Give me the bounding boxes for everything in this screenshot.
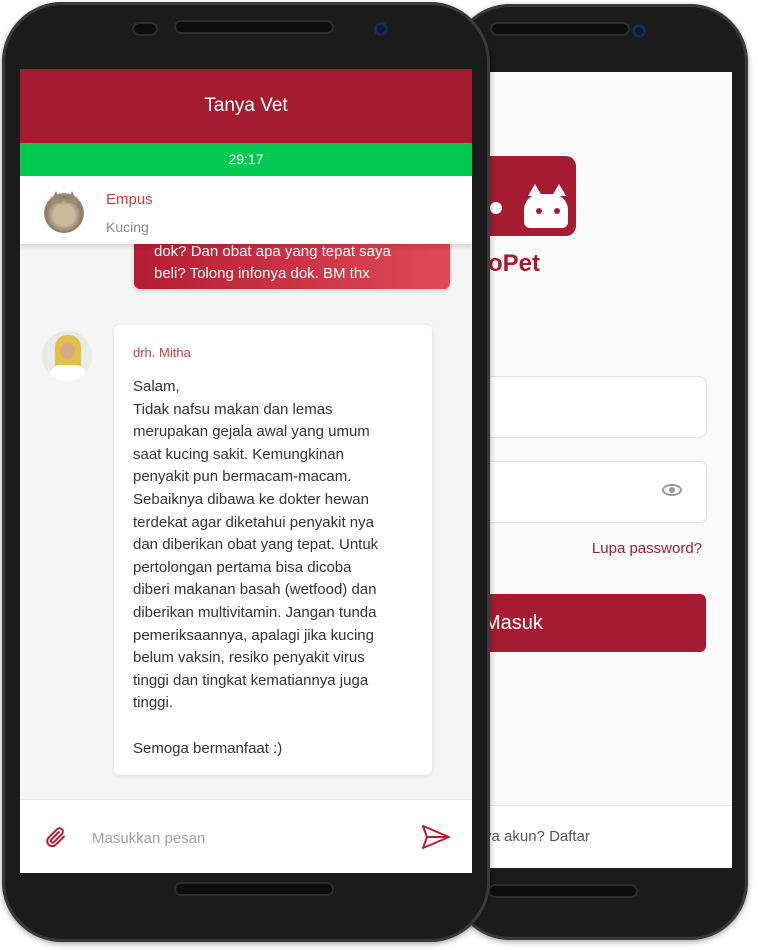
vet-name: drh. Mitha <box>133 345 191 360</box>
vet-message-line: tinggi. <box>133 694 174 712</box>
vet-message-line: dan diberikan obat yang tepat. Untuk <box>133 536 379 554</box>
signup-prompt-text: ya akun? <box>484 828 545 845</box>
speaker-front <box>174 20 334 34</box>
vet-message-line <box>133 715 423 738</box>
pet-info-bar: Empus Kucing <box>20 176 472 244</box>
eye-icon[interactable] <box>662 484 682 496</box>
vet-message-line: diberikan multivitamin. Jangan tunda <box>133 603 377 621</box>
user-message-line: dok? Dan obat apa yang tepat saya <box>154 243 391 260</box>
signup-bar: ya akun? Daftar <box>474 805 732 868</box>
vet-message-line: belum vaksin, resiko penyakit virus <box>133 649 365 667</box>
message-input[interactable] <box>90 822 394 854</box>
chat-header-title: Tanya Vet <box>20 69 472 143</box>
vet-message-line: saat kucing sakit. Kemungkinan <box>133 445 344 463</box>
pet-avatar <box>44 191 84 233</box>
vet-message-line: Tidak nafsu makan dan lemas <box>133 400 333 418</box>
session-timer: 29:17 <box>20 143 472 176</box>
camera-front <box>374 22 388 36</box>
sensor <box>132 22 158 36</box>
vet-message-text: Salam, Tidak nafsu makan dan lemas merup… <box>133 376 423 760</box>
chat-screen: Tanya Vet 29:17 Empus Kucing dok? Dan ob… <box>20 69 472 873</box>
pet-name: Empus <box>106 191 153 208</box>
paperclip-icon[interactable] <box>44 825 68 849</box>
vet-message-line: pemeriksaannya, apalagi jika kucing <box>133 626 374 644</box>
vet-message-line: terdekat agar diketahui penyakit nya <box>133 513 374 531</box>
message-input-bar <box>20 799 472 873</box>
user-message-line: beli? Tolong infonya dok. BM thx <box>154 265 370 282</box>
vet-message-card: drh. Mitha Salam, Tidak nafsu makan dan … <box>114 325 432 775</box>
pet-type: Kucing <box>106 219 149 235</box>
speaker-front-bottom <box>174 882 334 896</box>
forgot-password-link[interactable]: Lupa password? <box>592 540 702 557</box>
vet-message-line: penyakit pun bermacam-macam. <box>133 468 352 486</box>
vet-message-line: tinggi dan tingkat kematiannya juga <box>133 671 369 689</box>
speaker-back <box>490 22 630 36</box>
vet-message-line: Sebaiknya dibawa ke dokter hewan <box>133 490 369 508</box>
vet-message-line: Salam, <box>133 378 180 395</box>
send-icon[interactable] <box>421 824 451 850</box>
vet-avatar <box>42 331 92 381</box>
signup-link[interactable]: Daftar <box>549 828 590 845</box>
login-screen: oPet Lupa password? Masuk ya akun? Dafta… <box>474 72 732 868</box>
vet-message-line: pertolongan pertama bisa dicoba <box>133 558 352 576</box>
camera-back <box>632 24 646 38</box>
logo-text: oPet <box>488 250 541 277</box>
signup-prompt: ya akun? Daftar <box>484 828 590 845</box>
vet-message-line: diberi makanan basah (wetfood) dan <box>133 581 377 599</box>
vet-message-line: Semoga bermanfaat :) <box>133 739 283 757</box>
speaker-back-bottom <box>488 884 638 898</box>
login-button[interactable]: Masuk <box>474 594 706 652</box>
vet-message-line: merupakan gejala awal yang umum <box>133 423 370 441</box>
password-field[interactable] <box>474 461 707 523</box>
username-field[interactable] <box>474 376 707 438</box>
